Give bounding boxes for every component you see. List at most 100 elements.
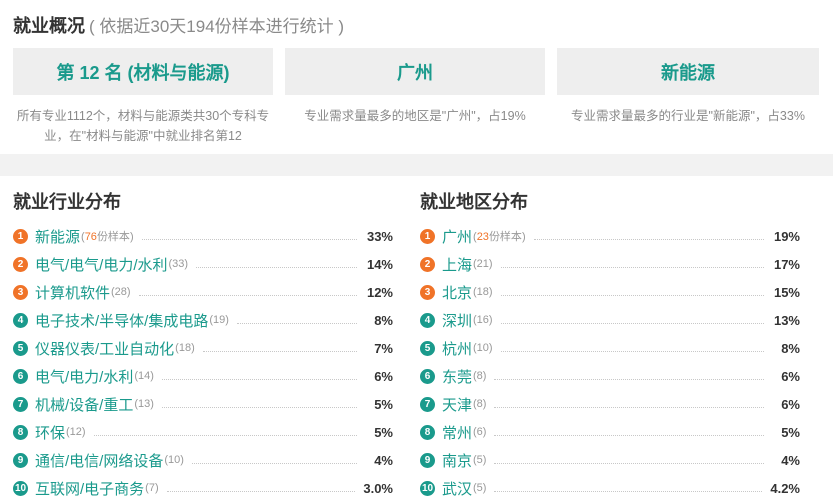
dotted-leader — [166, 490, 356, 492]
sample-count: (8) — [473, 370, 487, 382]
dotted-leader — [500, 294, 764, 296]
sample-count: (5) — [473, 454, 487, 466]
region-row: 9 南京 (5) 4% — [420, 446, 800, 474]
industry-item-link[interactable]: 计算机软件 — [35, 282, 110, 303]
dotted-leader — [494, 406, 764, 408]
industry-row: 7 机械/设备/重工 (13) 5% — [13, 390, 393, 418]
industry-item-link[interactable]: 电子技术/半导体/集成电路 — [35, 310, 208, 331]
region-item-link[interactable]: 天津 — [442, 394, 472, 415]
sample-count: (28) — [111, 286, 131, 298]
dotted-leader — [161, 378, 357, 380]
rank-badge: 4 — [13, 312, 28, 328]
sample-count: (21) — [473, 258, 493, 270]
industry-list: 1 新能源 (76份样本) 33% 2 电气/电气/电力/水利 (33) 14% 3 计算机软件(… — [13, 222, 393, 502]
region-row: 3 北京 (18) 15% — [420, 278, 800, 306]
sample-count: (5) — [473, 482, 487, 494]
industry-item-link[interactable]: 仪器仪表/工业自动化 — [35, 338, 174, 359]
rank-badge: 3 — [13, 284, 28, 300]
rank-badge: 3 — [420, 284, 435, 300]
sample-count: (33) — [168, 258, 189, 270]
industry-section: 就业行业分布 — [13, 188, 121, 214]
industry-item-link[interactable]: 机械/设备/重工 — [35, 394, 133, 415]
dotted-leader — [500, 350, 764, 352]
rank-badge: 10 — [420, 480, 435, 496]
ranking-value: 第 12 名 (材料与能源) — [56, 62, 230, 83]
dotted-leader — [138, 294, 357, 296]
percentage: 19% — [773, 228, 800, 244]
percentage: 7% — [374, 340, 393, 356]
industry-row: 8 环保 (12) 5% — [13, 418, 393, 446]
industry-item-link[interactable]: 电气/电力/水利 — [35, 366, 133, 387]
region-item-link[interactable]: 常州 — [442, 422, 472, 443]
industry-row: 10 互联网/电子商务 (7) 3.0% — [13, 474, 393, 502]
sample-count: (10) — [164, 454, 184, 466]
region-row: 7 天津 (8) 6% — [420, 390, 800, 418]
percentage: 5% — [781, 424, 800, 440]
region-item-link[interactable]: 广州 — [442, 226, 472, 247]
rank-badge: 8 — [420, 424, 435, 440]
rank-badge: 4 — [420, 312, 435, 328]
industry-item-link[interactable]: 新能源 — [35, 226, 80, 247]
region-row: 8 常州 (6) 5% — [420, 418, 800, 446]
dotted-leader — [93, 434, 357, 436]
industry-item-link[interactable]: 环保 — [35, 422, 65, 443]
rank-badge: 9 — [420, 452, 435, 468]
industry-item-link[interactable]: 通信/电信/网络设备 — [35, 450, 163, 471]
percentage: 5% — [374, 424, 393, 440]
rank-badge: 5 — [420, 340, 435, 356]
dotted-leader — [494, 434, 764, 436]
top-region-description: 专业需求量最多的地区是"广州"，占19% — [304, 109, 526, 123]
industry-item-link[interactable]: 电气/电气/电力/水利 — [35, 254, 168, 275]
industry-row: 6 电气/电力/水利 (14) 6% — [13, 362, 393, 390]
region-item-link[interactable]: 南京 — [442, 450, 472, 471]
dotted-leader — [494, 490, 763, 492]
top-region-value: 广州 — [397, 62, 433, 83]
dotted-leader — [500, 266, 764, 268]
percentage: 15% — [773, 284, 800, 300]
rank-badge: 6 — [420, 368, 435, 384]
percentage: 14% — [366, 256, 393, 272]
overview-header: 就业概况( 依据近30天194份样本进行统计 ) — [13, 12, 344, 38]
dotted-leader — [533, 238, 764, 240]
percentage: 8% — [781, 340, 800, 356]
percentage: 33% — [366, 228, 393, 244]
industry-row: 4 电子技术/半导体/集成电路 (19) 8% — [13, 306, 393, 334]
percentage: 4% — [374, 452, 393, 468]
dotted-leader — [500, 322, 764, 324]
region-row: 4 深圳 (16) 13% — [420, 306, 800, 334]
sample-count: (16) — [473, 314, 493, 326]
top-region-card: 广州 — [285, 48, 545, 95]
rank-badge: 7 — [13, 396, 28, 412]
sample-count: (18) — [473, 286, 493, 298]
rank-badge: 10 — [13, 480, 28, 496]
industry-title: 就业行业分布 — [13, 192, 121, 212]
sample-count: (18) — [175, 342, 195, 354]
percentage: 4% — [781, 452, 800, 468]
region-item-link[interactable]: 武汉 — [442, 478, 472, 499]
sample-count: (7) — [145, 482, 159, 494]
percentage: 13% — [773, 312, 800, 328]
industry-row: 1 新能源 (76份样本) 33% — [13, 222, 393, 250]
industry-row: 2 电气/电气/电力/水利 (33) 14% — [13, 250, 393, 278]
percentage: 17% — [773, 256, 800, 272]
rank-badge: 1 — [420, 228, 435, 244]
industry-item-link[interactable]: 互联网/电子商务 — [35, 478, 144, 499]
percentage: 3.0% — [363, 480, 393, 496]
region-item-link[interactable]: 深圳 — [442, 310, 472, 331]
percentage: 4.2% — [770, 480, 800, 496]
region-item-link[interactable]: 上海 — [442, 254, 472, 275]
region-row: 10 武汉 (5) 4.2% — [420, 474, 800, 502]
rank-badge: 2 — [420, 256, 435, 272]
dotted-leader — [202, 350, 357, 352]
region-item-link[interactable]: 东莞 — [442, 366, 472, 387]
rank-badge: 1 — [13, 228, 28, 244]
top-industry-value: 新能源 — [661, 62, 715, 83]
region-item-link[interactable]: 北京 — [442, 282, 472, 303]
rank-badge: 8 — [13, 424, 28, 440]
overview-subtitle: ( 依据近30天194份样本进行统计 ) — [89, 17, 345, 36]
industry-row: 9 通信/电信/网络设备 (10) 4% — [13, 446, 393, 474]
percentage: 6% — [374, 368, 393, 384]
region-item-link[interactable]: 杭州 — [442, 338, 472, 359]
ranking-card: 第 12 名 (材料与能源) — [13, 48, 273, 95]
region-row: 5 杭州 (10) 8% — [420, 334, 800, 362]
